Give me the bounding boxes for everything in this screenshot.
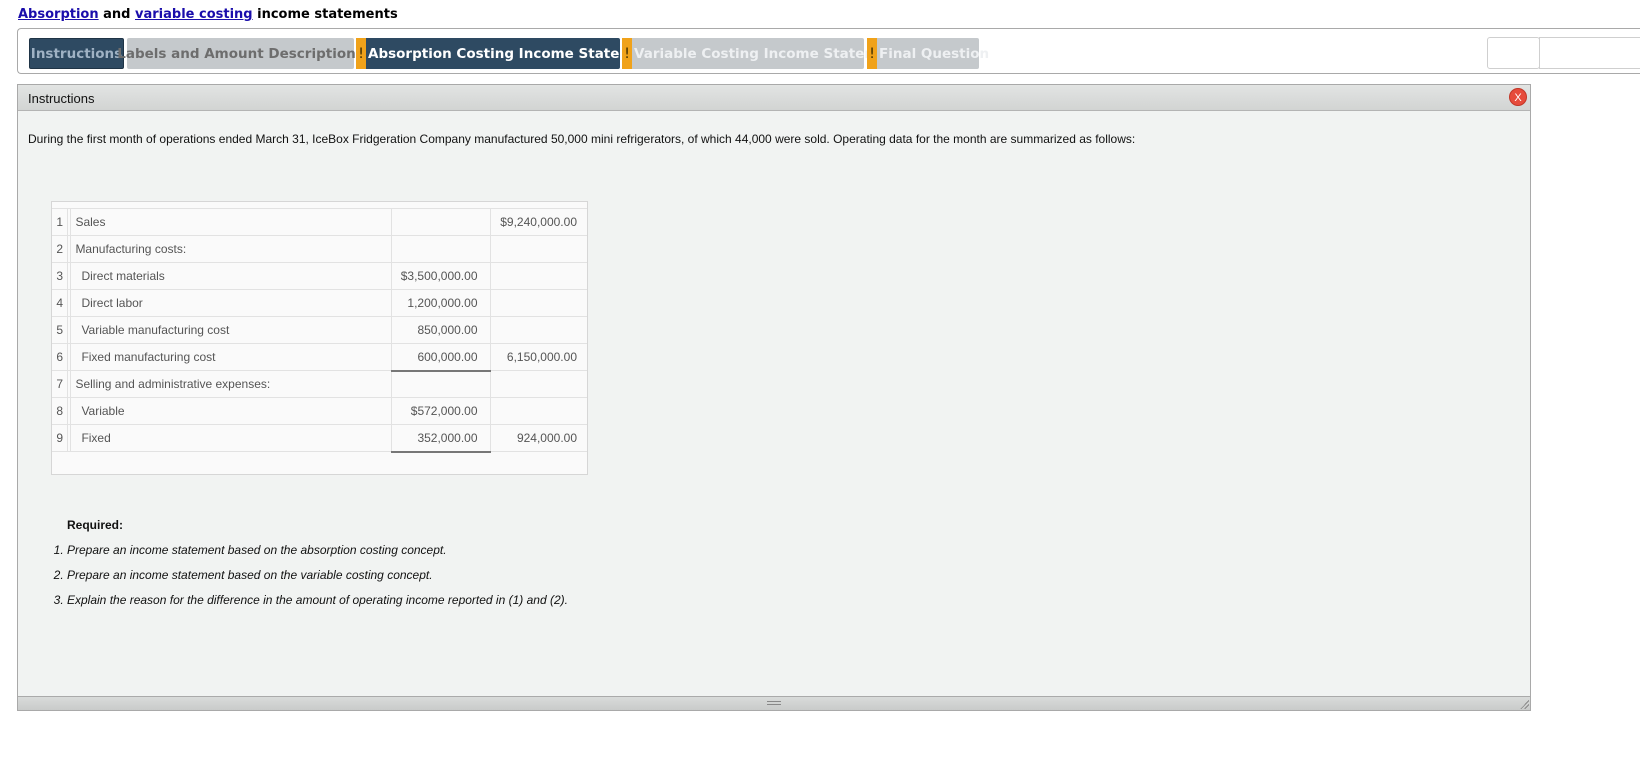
tab-absorption-label: Absorption Costing Income Statement [368, 45, 659, 62]
row-number: 7 [52, 370, 69, 398]
row-number: 8 [52, 397, 69, 425]
row-amount-2: 6,150,000.00 [490, 343, 587, 371]
row-amount-2 [490, 397, 587, 425]
panel-footer [18, 696, 1530, 710]
row-amount-1 [391, 208, 491, 236]
tab-labels-label: Labels and Amount Descriptions [117, 45, 364, 62]
row-label: Variable [70, 397, 392, 425]
tab-variable-label: Variable Costing Income Statement [634, 45, 904, 62]
resize-grip-icon[interactable] [1519, 699, 1529, 709]
table-row: 3 Direct materials $3,500,000.00 [52, 262, 587, 290]
row-number: 6 [52, 343, 69, 371]
table-row: 2 Manufacturing costs: [52, 235, 587, 263]
row-amount-2 [490, 235, 587, 263]
row-amount-1: 850,000.00 [391, 316, 491, 344]
required-item-1: Prepare an income statement based on the… [67, 538, 568, 563]
row-number: 5 [52, 316, 69, 344]
row-amount-1 [391, 370, 491, 398]
intro-text: During the first month of operations end… [28, 132, 1136, 146]
table-row: 6 Fixed manufacturing cost 600,000.00 6,150… [52, 343, 587, 372]
row-amount-1: 600,000.00 [391, 343, 491, 372]
instructions-panel: Instructions X During the first month of… [17, 84, 1531, 711]
row-label: Selling and administrative expenses: [70, 370, 392, 398]
required-list: Prepare an income statement based on the… [40, 538, 568, 613]
row-amount-2 [490, 370, 587, 398]
panel-header: Instructions X [18, 85, 1530, 111]
row-amount-1 [391, 235, 491, 263]
row-amount-2: 924,000.00 [490, 424, 587, 452]
tab-instructions-label: Instructions [30, 45, 123, 62]
required-item-3: Explain the reason for the difference in… [67, 588, 568, 613]
row-label: Variable manufacturing cost [70, 316, 392, 344]
absorption-link[interactable]: Absorption [18, 7, 99, 22]
row-amount-1: $572,000.00 [391, 397, 491, 425]
row-amount-2 [490, 316, 587, 344]
warning-icon: ! [356, 38, 366, 69]
row-number: 2 [52, 235, 69, 263]
variable-costing-link[interactable]: variable costing [135, 7, 253, 22]
row-label: Fixed [70, 424, 392, 452]
close-icon[interactable]: X [1509, 88, 1527, 106]
toolbar-button-blank-2[interactable] [1539, 37, 1640, 69]
tab-final-question[interactable]: ! Final Question [867, 38, 989, 69]
toolbar-button-blank[interactable] [1487, 37, 1540, 69]
row-label: Sales [70, 208, 392, 236]
row-amount-2 [490, 289, 587, 317]
required-item-2: Prepare an income statement based on the… [67, 563, 568, 588]
drag-handle-icon[interactable] [767, 701, 781, 705]
row-number: 4 [52, 289, 69, 317]
row-label: Manufacturing costs: [70, 235, 392, 263]
tab-bar: Instructions Labels and Amount Descripti… [17, 28, 1640, 74]
warning-icon: ! [867, 38, 877, 69]
table-row: 1 Sales $9,240,000.00 [52, 208, 587, 236]
table-row: 9 Fixed 352,000.00 924,000.00 [52, 424, 587, 453]
tab-variable-costing[interactable]: ! Variable Costing Income Statement [622, 38, 904, 69]
table-row: 8 Variable $572,000.00 [52, 397, 587, 425]
row-amount-1: 1,200,000.00 [391, 289, 491, 317]
row-amount-1: 352,000.00 [391, 424, 491, 453]
row-number: 1 [52, 208, 69, 236]
table-row: 7 Selling and administrative expenses: [52, 370, 587, 398]
row-amount-1: $3,500,000.00 [391, 262, 491, 290]
operating-data-table: 1 Sales $9,240,000.00 2 Manufacturing costs:… [51, 201, 588, 475]
tab-absorption-costing[interactable]: ! Absorption Costing Income Statement [356, 38, 659, 69]
row-amount-2 [490, 262, 587, 290]
tab-instructions[interactable]: Instructions [29, 38, 124, 69]
row-number: 9 [52, 424, 69, 452]
row-label: Direct materials [70, 262, 392, 290]
table-row: 5 Variable manufacturing cost 850,000.00 [52, 316, 587, 344]
row-label: Direct labor [70, 289, 392, 317]
heading-text-2: income statements [252, 7, 398, 22]
tab-labels-and-amount-descriptions[interactable]: Labels and Amount Descriptions [117, 38, 364, 69]
tab-final-label: Final Question [879, 45, 990, 62]
required-heading: Required: [67, 518, 124, 532]
row-amount-2: $9,240,000.00 [490, 208, 587, 236]
row-label: Fixed manufacturing cost [70, 343, 392, 371]
panel-title: Instructions [28, 91, 95, 106]
warning-icon: ! [622, 38, 632, 69]
heading-text-1: and [98, 7, 135, 22]
row-number: 3 [52, 262, 69, 290]
table-row: 4 Direct labor 1,200,000.00 [52, 289, 587, 317]
page-title: Absorption and variable costing income s… [18, 7, 398, 22]
